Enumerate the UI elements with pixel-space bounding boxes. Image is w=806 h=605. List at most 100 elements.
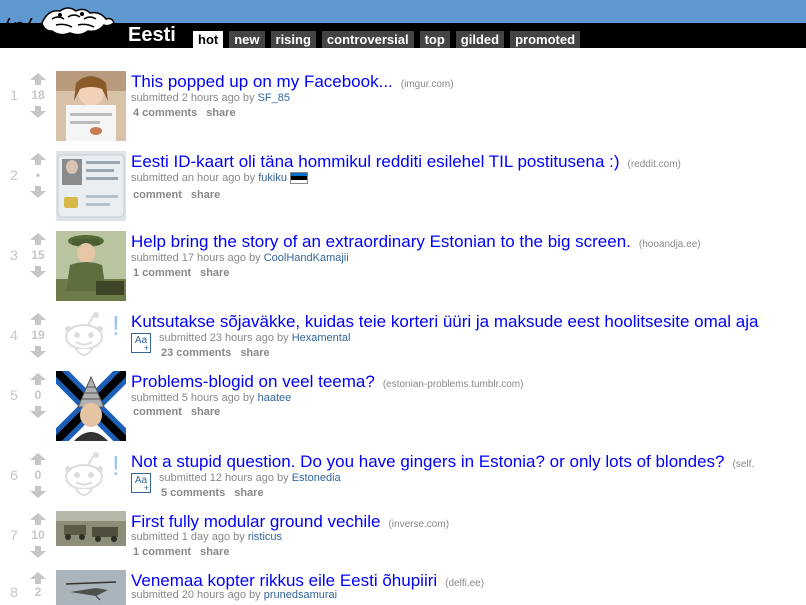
- post-domain[interactable]: (hooandja.ee): [639, 239, 701, 250]
- downvote-arrow-icon[interactable]: [30, 346, 46, 358]
- share-link[interactable]: share: [191, 189, 220, 201]
- post-thumbnail[interactable]: [56, 231, 126, 301]
- post-score: 0: [34, 468, 42, 482]
- post-rank: 2: [10, 167, 18, 183]
- tab-promoted[interactable]: promoted: [510, 31, 581, 48]
- post-title[interactable]: Kutsutakse sõjaväkke, kuidas teie korter…: [131, 312, 758, 331]
- post-title-link[interactable]: Problems-blogid on veel teema? (estonian-…: [131, 372, 523, 392]
- post-domain[interactable]: (estonian-problems.tumblr.com): [383, 379, 524, 390]
- post-score: 18: [31, 88, 45, 102]
- self-post-alien-icon[interactable]: !: [58, 311, 126, 367]
- post-row: 8 2 Venemaa kopter rikkus eile Eesti õhu…: [0, 570, 806, 605]
- share-link[interactable]: share: [240, 347, 269, 359]
- upvote-arrow-icon[interactable]: [30, 453, 46, 465]
- post-title-link[interactable]: Venemaa kopter rikkus eile Eesti õhupiir…: [131, 571, 484, 591]
- author-link[interactable]: Estonedia: [292, 472, 341, 484]
- author-link[interactable]: Hexamental: [292, 332, 351, 344]
- post-thumbnail[interactable]: [56, 371, 126, 441]
- downvote-arrow-icon[interactable]: [30, 406, 46, 418]
- post-tagline: submitted 23 hours ago by Hexamental: [159, 332, 350, 344]
- post-thumbnail[interactable]: [56, 511, 126, 546]
- author-link[interactable]: fukiku: [258, 172, 287, 184]
- downvote-arrow-icon[interactable]: [30, 106, 46, 118]
- post-title[interactable]: Venemaa kopter rikkus eile Eesti õhupiir…: [131, 571, 437, 590]
- post-tagline: submitted 5 hours ago by haatee: [131, 392, 291, 404]
- tab-hot[interactable]: hot: [193, 31, 224, 48]
- post-title-link[interactable]: Kutsutakse sõjaväkke, kuidas teie korter…: [131, 312, 758, 332]
- post-tagline: submitted 2 hours ago by SF_85: [131, 92, 290, 104]
- author-link[interactable]: prunedsamurai: [264, 589, 337, 601]
- tab-top[interactable]: top: [419, 31, 450, 48]
- post-title[interactable]: This popped up on my Facebook...: [131, 72, 393, 91]
- upvote-arrow-icon[interactable]: [30, 153, 46, 165]
- upvote-arrow-icon[interactable]: [30, 313, 46, 325]
- post-rank: 8: [10, 584, 18, 600]
- comments-link[interactable]: 5 comments: [161, 487, 225, 499]
- post-domain[interactable]: (reddit.com): [628, 159, 681, 170]
- self-post-alien-icon[interactable]: !: [58, 451, 126, 507]
- author-link[interactable]: CoolHandKamajii: [264, 252, 349, 264]
- post-title[interactable]: Problems-blogid on veel teema?: [131, 372, 375, 391]
- post-title-link[interactable]: Eesti ID-kaart oli täna hommikul redditi…: [131, 152, 681, 172]
- post-tagline: submitted 17 hours ago by CoolHandKamaji…: [131, 252, 349, 264]
- tab-gilded[interactable]: gilded: [455, 31, 505, 48]
- post-domain[interactable]: (inverse.com): [388, 519, 449, 530]
- post-domain[interactable]: (delfi.ee): [445, 578, 484, 589]
- share-link[interactable]: share: [234, 487, 263, 499]
- downvote-arrow-icon[interactable]: [30, 486, 46, 498]
- post-score: 15: [31, 248, 45, 262]
- author-link[interactable]: haatee: [258, 392, 292, 404]
- downvote-arrow-icon[interactable]: [30, 186, 46, 198]
- upvote-arrow-icon[interactable]: [30, 73, 46, 85]
- tab-new[interactable]: new: [229, 31, 265, 48]
- share-link[interactable]: share: [191, 406, 220, 418]
- author-link[interactable]: risticus: [248, 531, 282, 543]
- upvote-arrow-icon[interactable]: [30, 373, 46, 385]
- post-thumbnail[interactable]: [56, 570, 126, 605]
- post-domain[interactable]: (imgur.com): [401, 79, 454, 90]
- subreddit-name[interactable]: Eesti: [128, 24, 176, 47]
- downvote-arrow-icon[interactable]: [30, 266, 46, 278]
- comments-link[interactable]: 4 comments: [133, 107, 197, 119]
- upvote-arrow-icon[interactable]: [30, 233, 46, 245]
- post-title[interactable]: First fully modular ground vechile: [131, 512, 380, 531]
- post-rank: 5: [10, 387, 18, 403]
- submitted-text: submitted 12 hours ago by: [159, 472, 289, 484]
- svg-text:!: !: [112, 451, 120, 481]
- post-score: 19: [31, 328, 45, 342]
- post-tagline: submitted 1 day ago by risticus: [131, 531, 282, 543]
- comments-link[interactable]: comment: [133, 189, 182, 201]
- share-link[interactable]: share: [206, 107, 235, 119]
- post-row: 4 19 ! Aa + Kutsutakse sõjaväkke, kuidas …: [0, 311, 806, 371]
- estonian-lions-crest-icon: [41, 7, 115, 36]
- tab-rising[interactable]: rising: [270, 31, 316, 48]
- post-thumbnail[interactable]: [56, 71, 126, 141]
- post-title-link[interactable]: First fully modular ground vechile (inver…: [131, 512, 449, 532]
- post-title[interactable]: Not a stupid question. Do you have ginge…: [131, 452, 724, 471]
- submitted-text: submitted an hour ago by: [131, 172, 256, 184]
- tab-controversial[interactable]: controversial: [321, 31, 414, 48]
- submitted-text: submitted 5 hours ago by: [131, 392, 255, 404]
- upvote-arrow-icon[interactable]: [30, 513, 46, 525]
- comments-link[interactable]: 1 comment: [133, 267, 191, 279]
- post-domain[interactable]: (self.: [732, 459, 754, 470]
- comments-link[interactable]: 23 comments: [161, 347, 231, 359]
- post-title-link[interactable]: This popped up on my Facebook... (imgur.c…: [131, 72, 454, 92]
- comments-link[interactable]: 1 comment: [133, 546, 191, 558]
- post-title-link[interactable]: Help bring the story of an extraordinary…: [131, 232, 701, 252]
- share-link[interactable]: share: [200, 546, 229, 558]
- reddit-logo[interactable]: /r/: [0, 3, 122, 46]
- submitted-text: submitted 1 day ago by: [131, 531, 245, 543]
- post-tagline: submitted 12 hours ago by Estonedia: [159, 472, 341, 484]
- author-link[interactable]: SF_85: [258, 92, 290, 104]
- share-link[interactable]: share: [200, 267, 229, 279]
- post-title[interactable]: Eesti ID-kaart oli täna hommikul redditi…: [131, 152, 620, 171]
- post-rank: 1: [10, 87, 18, 103]
- post-title[interactable]: Help bring the story of an extraordinary…: [131, 232, 631, 251]
- post-thumbnail[interactable]: [56, 151, 126, 221]
- comments-link[interactable]: comment: [133, 406, 182, 418]
- upvote-arrow-icon[interactable]: [30, 572, 46, 584]
- downvote-arrow-icon[interactable]: [30, 546, 46, 558]
- post-title-link[interactable]: Not a stupid question. Do you have ginge…: [131, 452, 754, 472]
- post-tagline: submitted an hour ago by fukiku: [131, 172, 308, 185]
